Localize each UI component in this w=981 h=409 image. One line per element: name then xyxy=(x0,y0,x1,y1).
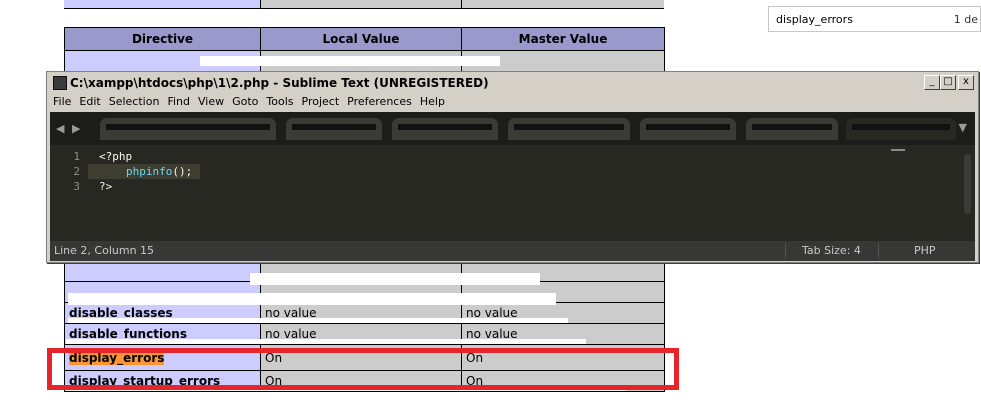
close-button[interactable]: x xyxy=(958,75,974,90)
menu-help[interactable]: Help xyxy=(416,92,449,112)
menu-bar: File Edit Selection Find View Goto Tools Projec… xyxy=(49,92,976,112)
punctuation-token: (); xyxy=(172,165,193,178)
status-bar: Line 2, Column 15 Tab Size: 4 PHP xyxy=(50,241,975,261)
header-local-value: Local Value xyxy=(260,27,462,51)
line-number: 1 xyxy=(73,150,80,163)
phpinfo-table-fragment xyxy=(64,0,664,9)
code-line[interactable]: phpinfo(); xyxy=(126,164,192,179)
tab-back-icon[interactable]: ◀ xyxy=(56,122,64,135)
code-line[interactable]: ?> xyxy=(99,179,112,194)
table-header-row: Directive Local Value Master Value xyxy=(64,27,665,51)
file-tab-active[interactable] xyxy=(846,118,956,140)
header-master-value: Master Value xyxy=(461,27,665,51)
file-tab[interactable] xyxy=(286,118,382,140)
menu-tools[interactable]: Tools xyxy=(262,92,297,112)
maximize-button[interactable]: □ xyxy=(940,75,956,90)
line-gutter: 1 2 3 xyxy=(50,145,88,241)
header-directive: Directive xyxy=(64,27,261,51)
code-line[interactable]: <?php xyxy=(99,149,132,164)
line-number: 2 xyxy=(73,165,80,178)
tab-forward-icon[interactable]: ▶ xyxy=(72,122,80,135)
file-tab[interactable] xyxy=(508,118,630,140)
menu-selection[interactable]: Selection xyxy=(105,92,164,112)
title-bar[interactable]: C:\xampp\htdocs\php\1\2.php - Sublime Te… xyxy=(49,74,976,92)
menu-preferences[interactable]: Preferences xyxy=(343,92,416,112)
find-bar: 1 de xyxy=(768,6,981,32)
file-tab[interactable] xyxy=(100,118,276,140)
redaction xyxy=(68,318,568,323)
menu-find[interactable]: Find xyxy=(163,92,194,112)
file-tab[interactable] xyxy=(640,118,736,140)
minimap[interactable] xyxy=(891,149,905,151)
function-token: phpinfo xyxy=(126,165,173,178)
redaction xyxy=(250,273,540,285)
tab-dropdown-icon[interactable]: ▼ xyxy=(959,121,967,134)
sublime-text-window[interactable]: C:\xampp\htdocs\php\1\2.php - Sublime Te… xyxy=(46,71,979,263)
minimize-button[interactable]: _ xyxy=(924,75,940,90)
find-match-count: 1 de xyxy=(953,13,978,26)
line-number: 3 xyxy=(73,180,80,193)
vertical-scrollbar[interactable] xyxy=(964,154,971,214)
tab-bar: ◀ ▶ ▼ xyxy=(50,112,975,145)
menu-view[interactable]: View xyxy=(194,92,228,112)
editor-area[interactable]: ◀ ▶ ▼ 1 2 3 <?php phpinfo(); ?> xyxy=(50,112,975,241)
menu-goto[interactable]: Goto xyxy=(228,92,262,112)
cursor-position: Line 2, Column 15 xyxy=(54,244,155,257)
tab-size-selector[interactable]: Tab Size: 4 xyxy=(802,244,861,257)
annotation-highlight-box xyxy=(47,348,679,390)
redaction xyxy=(200,56,500,66)
menu-project[interactable]: Project xyxy=(298,92,344,112)
sublime-app-icon xyxy=(53,76,67,90)
menu-edit[interactable]: Edit xyxy=(75,92,104,112)
redaction xyxy=(66,339,586,344)
window-title: C:\xampp\htdocs\php\1\2.php - Sublime Te… xyxy=(70,76,489,90)
redaction xyxy=(68,293,556,305)
menu-file[interactable]: File xyxy=(49,92,75,112)
find-input[interactable] xyxy=(772,10,955,28)
syntax-selector[interactable]: PHP xyxy=(914,244,936,257)
file-tab[interactable] xyxy=(746,118,838,140)
file-tab[interactable] xyxy=(392,118,498,140)
